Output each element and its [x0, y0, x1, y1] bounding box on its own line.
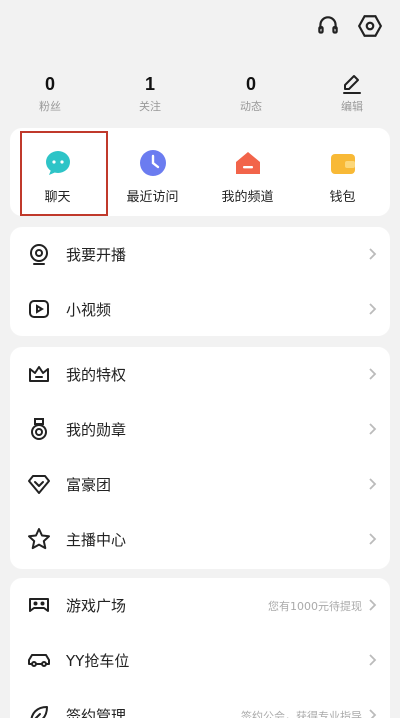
menu-item-label: 我要开播 [66, 246, 127, 264]
quick-item-wallet[interactable]: 钱包 [295, 128, 390, 216]
headset-icon[interactable] [315, 13, 341, 39]
menu-item-privileges[interactable]: 我的特权 [10, 347, 390, 403]
quick-item-label: 钱包 [329, 190, 356, 205]
camera-icon [30, 244, 48, 265]
gamepad-icon [29, 598, 49, 612]
stat-label: 编辑 [341, 100, 363, 113]
quick-item-channel[interactable]: 我的频道 [200, 128, 295, 216]
quick-item-label: 我的频道 [221, 190, 274, 205]
stat-value: 1 [144, 74, 155, 94]
home-icon [235, 152, 260, 174]
chevron-right-icon [369, 303, 377, 315]
leaf-icon [30, 706, 48, 718]
medal-icon [31, 418, 47, 440]
stat-following[interactable]: 1 关注 [110, 72, 190, 114]
menu-item-hint: 您有1000元待提现 [268, 600, 362, 613]
chevron-right-icon [369, 654, 377, 666]
profile-stats: 0 粉丝 1 关注 0 动态 编辑 [0, 72, 400, 122]
menu-item-medals[interactable]: 我的勋章 [10, 402, 390, 458]
chevron-right-icon [369, 709, 377, 718]
wallet-icon [330, 154, 355, 174]
top-bar [0, 0, 400, 55]
menu-item-game-plaza[interactable]: 游戏广场 您有1000元待提现 [10, 578, 390, 634]
menu-item-hint: 签约公会，获得专业指导 [241, 710, 362, 718]
star-icon [28, 528, 50, 550]
chevron-right-icon [369, 368, 377, 380]
quick-item-label: 最近访问 [126, 190, 179, 205]
menu-group-services: 游戏广场 您有1000元待提现 YY抢车位 签约管理 签约公会，获得专业指导 [10, 578, 390, 718]
menu-item-label: 我的勋章 [66, 421, 127, 439]
selection-highlight [20, 131, 108, 216]
quick-item-recent[interactable]: 最近访问 [105, 128, 200, 216]
play-icon [29, 300, 49, 318]
stat-value: 0 [245, 74, 256, 94]
stat-label: 粉丝 [39, 100, 61, 113]
menu-item-label: 游戏广场 [66, 597, 127, 615]
chevron-right-icon [369, 599, 377, 611]
menu-item-contract[interactable]: 签约管理 签约公会，获得专业指导 [10, 688, 390, 718]
chevron-right-icon [369, 478, 377, 490]
menu-item-short-video[interactable]: 小视频 [10, 282, 390, 338]
chevron-right-icon [369, 248, 377, 260]
menu-item-label: YY抢车位 [66, 652, 130, 670]
menu-item-label: 签约管理 [66, 707, 127, 718]
stat-value: 0 [44, 74, 55, 94]
menu-item-label: 我的特权 [66, 366, 127, 384]
edit-icon [343, 75, 361, 94]
menu-item-label: 主播中心 [66, 531, 127, 549]
menu-group-privileges: 我的特权 我的勋章 富豪团 主播中心 [10, 347, 390, 569]
stat-posts[interactable]: 0 动态 [211, 72, 291, 114]
car-icon [28, 654, 50, 667]
menu-group-live: 我要开播 小视频 [10, 227, 390, 336]
menu-item-streamer-center[interactable]: 主播中心 [10, 512, 390, 568]
clock-icon [139, 150, 166, 176]
settings-icon[interactable] [357, 13, 383, 39]
menu-item-parking[interactable]: YY抢车位 [10, 633, 390, 689]
menu-item-go-live[interactable]: 我要开播 [10, 227, 390, 283]
edit-button[interactable]: 编辑 [312, 72, 392, 114]
chevron-right-icon [369, 423, 377, 435]
chevron-right-icon [369, 533, 377, 545]
diamond-icon [28, 475, 50, 494]
menu-item-label: 小视频 [66, 301, 112, 319]
menu-item-rich-club[interactable]: 富豪团 [10, 457, 390, 513]
stat-label: 动态 [240, 100, 262, 113]
stat-fans[interactable]: 0 粉丝 [10, 72, 90, 114]
stat-label: 关注 [139, 100, 161, 113]
crown-icon [29, 366, 49, 382]
menu-item-label: 富豪团 [66, 476, 112, 494]
